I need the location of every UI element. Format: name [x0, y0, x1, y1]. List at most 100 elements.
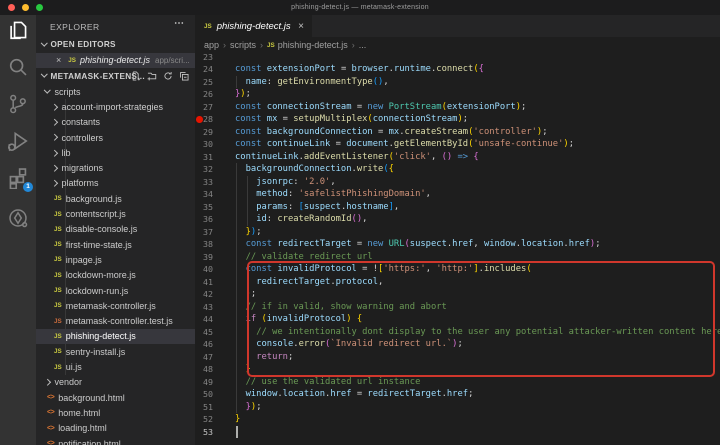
tree-item-scripts[interactable]: scripts: [36, 84, 195, 99]
code-line-46[interactable]: 46 console.error(`Invalid redirect url.`…: [195, 338, 720, 351]
gutter[interactable]: 52: [195, 413, 235, 426]
gutter[interactable]: 46: [195, 338, 235, 351]
gutter[interactable]: 39: [195, 251, 235, 264]
tree-item-lockdown-more-js[interactable]: JSlockdown-more.js: [36, 268, 195, 283]
code-line-42[interactable]: 42 );: [195, 288, 720, 301]
close-window-button[interactable]: [8, 4, 15, 11]
new-folder-icon[interactable]: [147, 71, 157, 81]
gutter[interactable]: 25: [195, 76, 235, 89]
code-line-49[interactable]: 49 // use the validated url instance: [195, 376, 720, 389]
extensions-icon[interactable]: 1: [7, 167, 29, 189]
tree-item-ui-js[interactable]: JSui.js: [36, 359, 195, 374]
gutter[interactable]: 41: [195, 276, 235, 289]
code-line-48[interactable]: 48 }: [195, 363, 720, 376]
code-line-43[interactable]: 43 // if in valid, show warning and abor…: [195, 301, 720, 314]
code-line-23[interactable]: 23: [195, 53, 720, 63]
gutter[interactable]: 49: [195, 376, 235, 389]
refresh-icon[interactable]: [163, 71, 173, 81]
code-line-27[interactable]: 27const connectionStream = new PortStrea…: [195, 101, 720, 114]
code-line-47[interactable]: 47 return;: [195, 351, 720, 364]
code-line-35[interactable]: 35 params: [suspect.hostname],: [195, 201, 720, 214]
gutter[interactable]: 32: [195, 163, 235, 176]
code-line-51[interactable]: 51 });: [195, 401, 720, 414]
code-line-30[interactable]: 30const continueLink = document.getEleme…: [195, 138, 720, 151]
gutter[interactable]: 35: [195, 201, 235, 214]
tree-item-background-html[interactable]: <>background.html: [36, 390, 195, 405]
gutter[interactable]: 40: [195, 263, 235, 276]
code-line-44[interactable]: 44 if (invalidProtocol) {: [195, 313, 720, 326]
gutter[interactable]: 42: [195, 288, 235, 301]
code-line-50[interactable]: 50 window.location.href = redirectTarget…: [195, 388, 720, 401]
code-editor[interactable]: 2324const extensionPort = browser.runtim…: [195, 53, 720, 445]
gutter[interactable]: 30: [195, 138, 235, 151]
gutter[interactable]: 33: [195, 176, 235, 189]
code-line-33[interactable]: 33 jsonrpc: '2.0',: [195, 176, 720, 189]
code-line-26[interactable]: 26});: [195, 88, 720, 101]
gutter[interactable]: 27: [195, 101, 235, 114]
code-line-32[interactable]: 32 backgroundConnection.write({: [195, 163, 720, 176]
tree-item-migrations[interactable]: migrations: [36, 161, 195, 176]
gutter[interactable]: 47: [195, 351, 235, 364]
gutter[interactable]: 38: [195, 238, 235, 251]
code-line-39[interactable]: 39 // validate redirect url: [195, 251, 720, 264]
tree-item-background-js[interactable]: JSbackground.js: [36, 191, 195, 206]
close-tab-icon[interactable]: ×: [298, 21, 304, 32]
ethereum-extension-icon[interactable]: [7, 207, 29, 229]
open-editor-item[interactable]: × JS phishing-detect.js app/scri...: [36, 53, 195, 69]
code-line-38[interactable]: 38 const redirectTarget = new URL(suspec…: [195, 238, 720, 251]
code-line-53[interactable]: 53: [195, 426, 720, 439]
code-line-31[interactable]: 31continueLink.addEventListener('click',…: [195, 151, 720, 164]
tree-item-lib[interactable]: lib: [36, 145, 195, 160]
tree-item-phishing-detect-js[interactable]: JSphishing-detect.js: [36, 329, 195, 344]
gutter[interactable]: 43: [195, 301, 235, 314]
gutter[interactable]: 48: [195, 363, 235, 376]
tree-item-vendor[interactable]: vendor: [36, 375, 195, 390]
breadcrumb-item[interactable]: phishing-detect.js: [278, 40, 348, 50]
gutter[interactable]: 23: [195, 53, 235, 63]
gutter[interactable]: 53: [195, 426, 235, 439]
new-file-icon[interactable]: [131, 71, 141, 81]
tab-phishing-detect[interactable]: JS phishing-detect.js ×: [195, 15, 312, 37]
breadcrumb-item[interactable]: scripts: [230, 40, 256, 50]
tree-item-lockdown-run-js[interactable]: JSlockdown-run.js: [36, 283, 195, 298]
gutter[interactable]: 44: [195, 313, 235, 326]
gutter[interactable]: 36: [195, 213, 235, 226]
workspace-section-header[interactable]: METAMASK-EXTENS...: [36, 69, 195, 84]
breadcrumb-item[interactable]: app: [204, 40, 219, 50]
tree-item-home-html[interactable]: <>home.html: [36, 405, 195, 420]
gutter[interactable]: 50: [195, 388, 235, 401]
tree-item-platforms[interactable]: platforms: [36, 176, 195, 191]
code-line-37[interactable]: 37 });: [195, 226, 720, 239]
more-actions-icon[interactable]: ⋯: [174, 18, 185, 29]
close-editor-icon[interactable]: ×: [56, 55, 61, 65]
open-editors-header[interactable]: OPEN EDITORS: [36, 37, 195, 52]
code-line-52[interactable]: 52}: [195, 413, 720, 426]
tree-item-loading-html[interactable]: <>loading.html: [36, 421, 195, 436]
gutter[interactable]: 26: [195, 88, 235, 101]
tree-item-contentscript-js[interactable]: JScontentscript.js: [36, 206, 195, 221]
code-line-29[interactable]: 29const backgroundConnection = mx.create…: [195, 126, 720, 139]
code-line-45[interactable]: 45 // we intentionally dont display to t…: [195, 326, 720, 339]
tree-item-account-import-strategies[interactable]: account-import-strategies: [36, 99, 195, 114]
gutter[interactable]: 45: [195, 326, 235, 339]
tree-item-notification-html[interactable]: <>notification.html: [36, 436, 195, 445]
code-line-36[interactable]: 36 id: createRandomId(),: [195, 213, 720, 226]
gutter[interactable]: 31: [195, 151, 235, 164]
code-line-34[interactable]: 34 method: 'safelistPhishingDomain',: [195, 188, 720, 201]
gutter[interactable]: 51: [195, 401, 235, 414]
gutter[interactable]: 34: [195, 188, 235, 201]
code-line-25[interactable]: 25 name: getEnvironmentType(),: [195, 76, 720, 89]
breadcrumb-item[interactable]: ...: [359, 40, 367, 50]
gutter[interactable]: 28: [195, 113, 235, 126]
run-debug-icon[interactable]: [7, 130, 29, 152]
tree-item-metamask-controller-js[interactable]: JSmetamask-controller.js: [36, 298, 195, 313]
zoom-window-button[interactable]: [36, 4, 43, 11]
code-line-40[interactable]: 40 const invalidProtocol = !['https:', '…: [195, 263, 720, 276]
tree-item-constants[interactable]: constants: [36, 115, 195, 130]
tree-item-metamask-controller-test-js[interactable]: JSmetamask-controller.test.js: [36, 314, 195, 329]
code-line-28[interactable]: 28const mx = setupMultiplex(connectionSt…: [195, 113, 720, 126]
explorer-icon[interactable]: [7, 19, 29, 41]
gutter[interactable]: 37: [195, 226, 235, 239]
code-line-24[interactable]: 24const extensionPort = browser.runtime.…: [195, 63, 720, 76]
tree-item-first-time-state-js[interactable]: JSfirst-time-state.js: [36, 237, 195, 252]
